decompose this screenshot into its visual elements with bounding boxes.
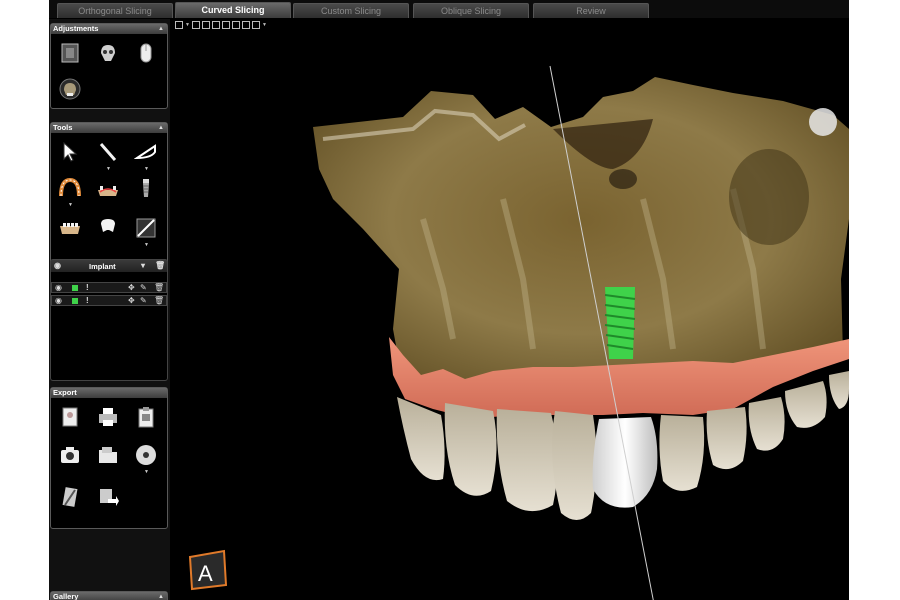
dropdown-caret-icon[interactable]: ▼ (144, 166, 149, 172)
tab-custom-slicing[interactable]: Custom Slicing (293, 3, 409, 18)
copy-view-icon[interactable] (211, 21, 220, 29)
implant-header: ◉ Implant ▾ 🗑 (51, 260, 167, 272)
pointer-arrow-icon[interactable] (57, 139, 83, 165)
tools-header[interactable]: Tools ▲ (51, 123, 167, 133)
logo-letter: A (198, 561, 213, 586)
single-view-icon[interactable] (221, 21, 230, 29)
edit-icon[interactable]: ✎ (140, 283, 147, 293)
app-logo: A (186, 549, 230, 591)
slice-cut-icon[interactable]: ▼ (133, 215, 159, 248)
dropdown-caret-icon[interactable]: ▾ (141, 261, 145, 271)
tab-curved-slicing[interactable]: Curved Slicing (175, 2, 291, 18)
tooth (659, 415, 705, 491)
ruler-icon[interactable]: ▼ (95, 139, 121, 172)
dropdown-caret-icon[interactable]: ▼ (68, 202, 73, 208)
export-panel: Export ▼ (50, 387, 168, 529)
adjustments-header[interactable]: Adjustments ▲ (51, 24, 167, 34)
export-title: Export (53, 388, 77, 397)
implant-row[interactable]: ◉ ! ✥ ✎ 🗑 (51, 282, 167, 293)
implant-color-swatch[interactable] (72, 298, 78, 304)
printer-icon[interactable] (95, 404, 121, 430)
dropdown-caret-icon[interactable]: ▼ (185, 21, 190, 31)
gallery-header[interactable]: Gallery ▲ (51, 592, 167, 600)
export-header[interactable]: Export (51, 388, 167, 398)
tooth (748, 397, 785, 451)
collapse-icon[interactable]: ▲ (158, 24, 164, 34)
dropdown-caret-icon[interactable]: ▼ (144, 469, 149, 475)
send-icon[interactable] (95, 484, 121, 510)
tab-oblique-slicing[interactable]: Oblique Slicing (413, 3, 529, 18)
viewport-toolbar: ▼ ▼ (175, 21, 267, 31)
gallery-title: Gallery (53, 592, 79, 600)
collapse-icon[interactable]: ▲ (158, 123, 164, 133)
tab-review[interactable]: Review (533, 3, 649, 18)
mouse-icon[interactable] (133, 40, 159, 66)
cube-volume-icon[interactable] (57, 40, 83, 66)
app-window: Orthogonal Slicing Curved Slicing Custom… (49, 0, 849, 600)
eye-icon[interactable]: ◉ (54, 261, 61, 271)
orientation-sphere[interactable] (809, 108, 837, 136)
skull-icon[interactable] (95, 40, 121, 66)
tile-view-icon[interactable] (231, 21, 240, 29)
maxilla-3d-render[interactable] (173, 19, 849, 600)
eye-icon[interactable]: ◉ (55, 296, 62, 306)
grid-view-icon[interactable] (191, 21, 200, 29)
tooth (552, 411, 597, 520)
collapse-icon[interactable]: ▲ (158, 592, 164, 600)
implant-row[interactable]: ◉ ! ✥ ✎ 🗑 (51, 295, 167, 306)
crown-restoration[interactable] (592, 417, 658, 508)
tools-panel: Tools ▲ ▼ ▼ ▼ ▼ (50, 122, 168, 264)
left-panel: Adjustments ▲ Tools ▲ ▼ ▼ ▼ ▼ ◉ Implant … (49, 19, 170, 600)
3d-viewport[interactable]: ▼ ▼ A (173, 19, 849, 600)
tab-bar: Orthogonal Slicing Curved Slicing Custom… (49, 0, 849, 18)
adjustments-title: Adjustments (53, 24, 99, 33)
tooth (496, 409, 558, 512)
split-view-icon[interactable] (201, 21, 210, 29)
trash-icon[interactable]: 🗑 (154, 296, 164, 306)
stack-view-icon[interactable] (241, 21, 250, 29)
adjustments-panel: Adjustments ▲ (50, 23, 168, 109)
implant-title: Implant (89, 262, 116, 271)
implant-color-swatch[interactable] (72, 285, 78, 291)
nerve-icon[interactable] (95, 175, 121, 201)
edit-icon[interactable]: ✎ (140, 296, 147, 306)
tooth-icon[interactable] (95, 215, 121, 241)
layout-icon[interactable] (175, 21, 183, 29)
protractor-icon[interactable]: ▼ (133, 139, 159, 172)
folder-icon[interactable] (95, 442, 121, 468)
trash-icon[interactable]: 🗑 (155, 261, 165, 271)
dropdown-caret-icon[interactable]: ▼ (262, 21, 267, 31)
tools-title: Tools (53, 123, 73, 132)
skull-scan-icon[interactable] (57, 76, 83, 102)
implant-warning: ! (86, 296, 89, 305)
cd-icon[interactable]: ▼ (133, 442, 159, 475)
dropdown-caret-icon[interactable]: ▼ (144, 242, 149, 248)
report-icon[interactable] (57, 404, 83, 430)
dropdown-caret-icon[interactable]: ▼ (106, 166, 111, 172)
eye-icon[interactable]: ◉ (55, 283, 62, 293)
tooth (706, 407, 747, 470)
tooth (829, 371, 849, 409)
blank-view-icon[interactable] (251, 21, 260, 29)
implant-icon[interactable] (133, 175, 159, 201)
implant-panel: ◉ Implant ▾ 🗑 ◉ ! ✥ ✎ 🗑 ◉ ! ✥ ✎ 🗑 (50, 259, 168, 381)
jaw-icon[interactable] (57, 215, 83, 241)
tab-orthogonal-slicing[interactable]: Orthogonal Slicing (57, 3, 173, 18)
tooth (444, 403, 497, 496)
arch-curve-icon[interactable]: ▼ (57, 175, 83, 208)
pdf-export-icon[interactable] (57, 484, 83, 510)
dental-implant[interactable] (604, 287, 636, 359)
implant-warning: ! (86, 283, 89, 292)
gallery-panel: Gallery ▲ (50, 591, 168, 600)
tooth (785, 381, 827, 428)
move-icon[interactable]: ✥ (128, 296, 135, 306)
move-icon[interactable]: ✥ (128, 283, 135, 293)
camera-icon[interactable] (57, 442, 83, 468)
trash-icon[interactable]: 🗑 (154, 283, 164, 293)
clipboard-icon[interactable] (133, 404, 159, 430)
